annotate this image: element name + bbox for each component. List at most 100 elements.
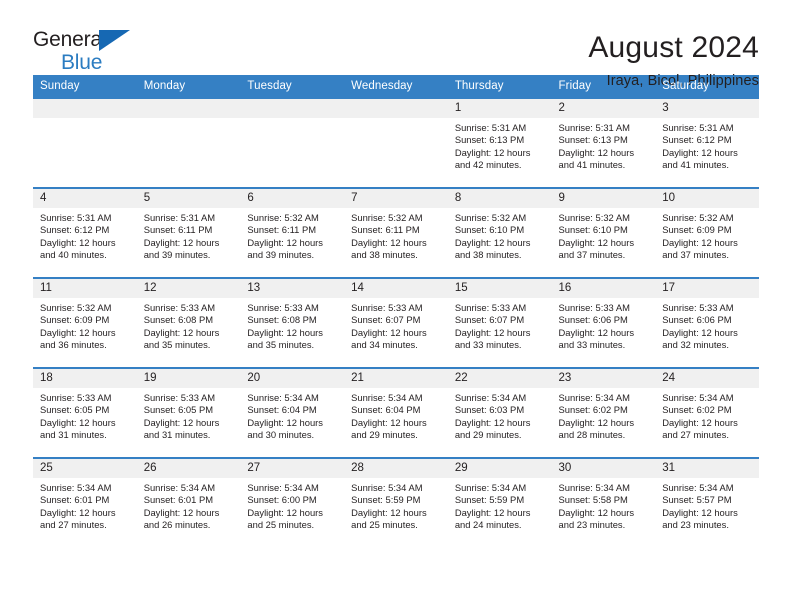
calendar-day-cell[interactable]: 5 Sunrise: 5:31 AM Sunset: 6:11 PM Daylight… [136,187,241,278]
sunrise-text: Sunrise: 5:33 AM [247,302,319,313]
sunrise-text: Sunrise: 5:33 AM [662,302,734,313]
daylight-text-cont: and 36 minutes. [40,339,107,351]
sunset-text: Sunset: 5:59 PM [454,494,525,506]
calendar-day-cell[interactable]: 26 Sunrise: 5:34 AM Sunset: 6:01 PM Dayligh… [136,457,241,548]
day-number: 17 [655,279,759,298]
calendar-day-cell[interactable]: 24 Sunrise: 5:34 AM Sunset: 6:02 PM Dayligh… [655,367,759,458]
day-number: 21 [344,369,448,388]
sunrise-text: Sunrise: 5:34 AM [351,482,423,493]
day-details: Sunrise: 5:33 AM Sunset: 6:08 PM Daylight:… [240,298,344,352]
day-number: 28 [344,459,448,478]
calendar-day-cell-empty [344,97,448,188]
sunrise-text: Sunrise: 5:31 AM [40,212,112,223]
day-details: Sunrise: 5:34 AM Sunset: 6:00 PM Daylight:… [240,478,344,532]
calendar-day-cell[interactable]: 12 Sunrise: 5:33 AM Sunset: 6:08 PM Dayligh… [136,277,241,368]
sunset-text: Sunset: 5:59 PM [351,494,421,506]
calendar-week-row: 4 Sunrise: 5:31 AM Sunset: 6:12 PM Daylight… [33,187,759,278]
day-details: Sunrise: 5:32 AM Sunset: 6:09 PM Daylight:… [655,208,759,262]
day-details: Sunrise: 5:33 AM Sunset: 6:06 PM Daylight:… [655,298,759,352]
triangle-icon [99,30,130,51]
sunrise-text: Sunrise: 5:34 AM [662,482,734,493]
day-number: 24 [655,369,759,388]
sunset-text: Sunset: 6:11 PM [247,224,317,236]
day-number: 29 [447,459,552,478]
calendar-day-cell[interactable]: 18 Sunrise: 5:33 AM Sunset: 6:05 PM Dayligh… [33,367,137,458]
day-details: Sunrise: 5:34 AM Sunset: 6:04 PM Daylight:… [344,388,448,442]
daylight-text-cont: and 28 minutes. [558,429,626,441]
calendar-day-cell[interactable]: 15 Sunrise: 5:33 AM Sunset: 6:07 PM Dayligh… [447,277,552,368]
calendar-day-cell[interactable]: 17 Sunrise: 5:33 AM Sunset: 6:06 PM Dayligh… [655,277,759,368]
calendar-day-cell-empty [136,97,241,188]
daylight-text: Daylight: 12 hours [247,326,323,338]
calendar-day-cell[interactable]: 16 Sunrise: 5:33 AM Sunset: 6:06 PM Dayligh… [551,277,656,368]
calendar-day-cell[interactable]: 30 Sunrise: 5:34 AM Sunset: 5:58 PM Dayligh… [551,457,656,548]
calendar-day-cell[interactable]: 31 Sunrise: 5:34 AM Sunset: 5:57 PM Dayligh… [655,457,759,548]
calendar-day-cell[interactable]: 11 Sunrise: 5:32 AM Sunset: 6:09 PM Dayligh… [33,277,137,368]
calendar-day-cell[interactable]: 28 Sunrise: 5:34 AM Sunset: 5:59 PM Dayligh… [344,457,448,548]
calendar-week-row: 1 Sunrise: 5:31 AM Sunset: 6:13 PM Daylight… [33,97,759,188]
daylight-text-cont: and 30 minutes. [247,429,315,441]
calendar-day-cell-empty [240,97,345,188]
calendar-day-cell[interactable]: 22 Sunrise: 5:34 AM Sunset: 6:03 PM Dayligh… [447,367,552,458]
day-details: Sunrise: 5:32 AM Sunset: 6:11 PM Daylight:… [240,208,344,262]
calendar-day-cell[interactable]: 8 Sunrise: 5:32 AM Sunset: 6:10 PM Daylight… [447,187,552,278]
day-details: Sunrise: 5:31 AM Sunset: 6:12 PM Daylight:… [33,208,137,262]
day-details: Sunrise: 5:33 AM Sunset: 6:05 PM Daylight:… [137,388,241,442]
day-number: 12 [136,279,241,298]
day-number: 20 [240,369,345,388]
sunset-text: Sunset: 6:04 PM [351,404,421,416]
calendar-day-cell[interactable]: 10 Sunrise: 5:32 AM Sunset: 6:09 PM Dayligh… [655,187,759,278]
day-number: 14 [344,279,448,298]
day-number: 6 [240,189,345,208]
day-number: 10 [655,189,759,208]
sunrise-text: Sunrise: 5:33 AM [558,302,630,313]
calendar-day-cell[interactable]: 3 Sunrise: 5:31 AM Sunset: 6:12 PM Daylight… [655,97,759,188]
daylight-text: Daylight: 12 hours [558,146,635,158]
day-number: 30 [551,459,656,478]
day-number: 5 [136,189,241,208]
calendar-day-cell[interactable]: 2 Sunrise: 5:31 AM Sunset: 6:13 PM Daylight… [551,97,656,188]
daylight-text-cont: and 27 minutes. [40,519,107,531]
sunset-text: Sunset: 6:10 PM [454,224,525,236]
daylight-text: Daylight: 12 hours [351,326,427,338]
day-number [240,99,345,118]
calendar-grid: Sunday Monday Tuesday Wednesday Thursday… [33,75,759,548]
calendar-day-cell[interactable]: 4 Sunrise: 5:31 AM Sunset: 6:12 PM Daylight… [33,187,137,278]
brand-logo[interactable]: General Blue [33,28,153,76]
calendar-day-cell[interactable]: 13 Sunrise: 5:33 AM Sunset: 6:08 PM Dayligh… [240,277,345,368]
calendar-day-cell[interactable]: 23 Sunrise: 5:34 AM Sunset: 6:02 PM Dayligh… [551,367,656,458]
daylight-text: Daylight: 12 hours [558,236,635,248]
day-details: Sunrise: 5:33 AM Sunset: 6:08 PM Daylight:… [137,298,241,352]
calendar-day-cell[interactable]: 21 Sunrise: 5:34 AM Sunset: 6:04 PM Dayligh… [344,367,448,458]
daylight-text-cont: and 42 minutes. [454,159,522,171]
sunrise-text: Sunrise: 5:33 AM [143,302,216,313]
sunset-text: Sunset: 6:08 PM [143,314,214,326]
sunrise-text: Sunrise: 5:34 AM [247,482,319,493]
brand-name-general: General [33,28,107,51]
weekday-header-wednesday: Wednesday [344,75,448,98]
daylight-text: Daylight: 12 hours [558,326,635,338]
calendar-day-cell[interactable]: 19 Sunrise: 5:33 AM Sunset: 6:05 PM Dayligh… [136,367,241,458]
day-number [344,99,448,118]
day-details: Sunrise: 5:34 AM Sunset: 6:02 PM Daylight:… [552,388,656,442]
calendar-day-cell[interactable]: 1 Sunrise: 5:31 AM Sunset: 6:13 PM Daylight… [447,97,552,188]
calendar-day-cell[interactable]: 9 Sunrise: 5:32 AM Sunset: 6:10 PM Daylight… [551,187,656,278]
daylight-text: Daylight: 12 hours [454,236,531,248]
sunset-text: Sunset: 6:12 PM [40,224,110,236]
day-number: 9 [551,189,656,208]
calendar-day-cell[interactable]: 6 Sunrise: 5:32 AM Sunset: 6:11 PM Daylight… [240,187,345,278]
daylight-text-cont: and 37 minutes. [662,249,729,261]
sunrise-text: Sunrise: 5:31 AM [454,122,527,133]
sunset-text: Sunset: 6:04 PM [247,404,317,416]
calendar-day-cell[interactable]: 29 Sunrise: 5:34 AM Sunset: 5:59 PM Dayligh… [447,457,552,548]
calendar-day-cell[interactable]: 25 Sunrise: 5:34 AM Sunset: 6:01 PM Dayligh… [33,457,137,548]
calendar-day-cell[interactable]: 20 Sunrise: 5:34 AM Sunset: 6:04 PM Dayligh… [240,367,345,458]
sunrise-text: Sunrise: 5:31 AM [662,122,734,133]
calendar-day-cell[interactable]: 14 Sunrise: 5:33 AM Sunset: 6:07 PM Dayligh… [344,277,448,368]
calendar-day-cell[interactable]: 7 Sunrise: 5:32 AM Sunset: 6:11 PM Daylight… [344,187,448,278]
calendar-day-cell[interactable]: 27 Sunrise: 5:34 AM Sunset: 6:00 PM Dayligh… [240,457,345,548]
sunrise-text: Sunrise: 5:32 AM [40,302,112,313]
day-details: Sunrise: 5:31 AM Sunset: 6:13 PM Daylight:… [448,118,552,172]
weekday-header-tuesday: Tuesday [240,75,345,98]
day-number: 16 [551,279,656,298]
